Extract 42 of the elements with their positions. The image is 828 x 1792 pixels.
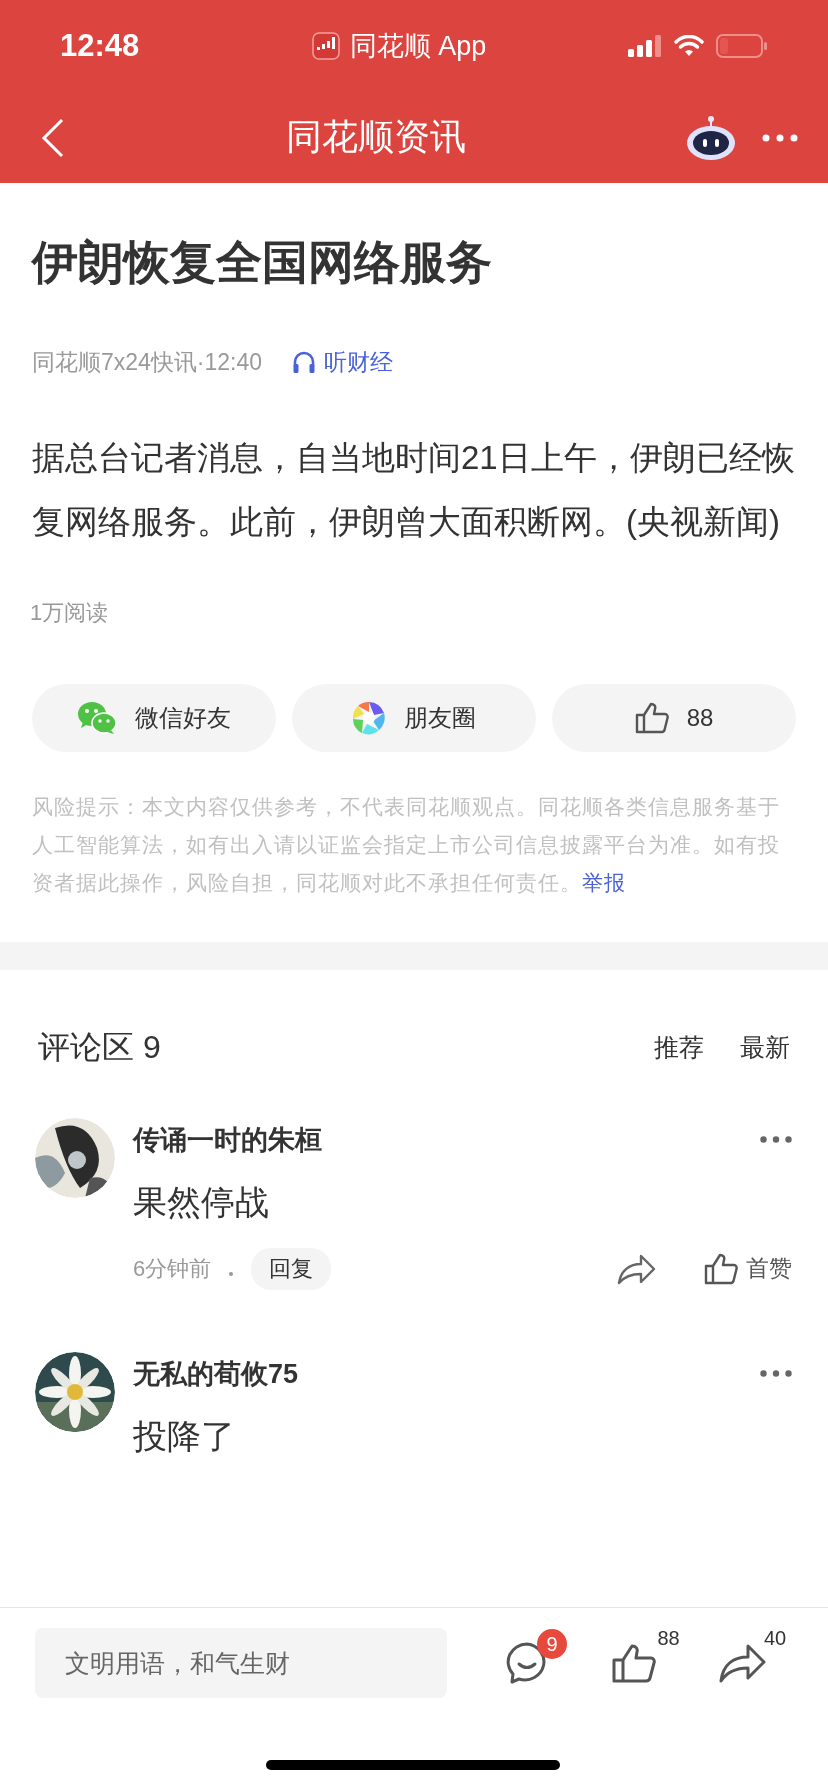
comment-count-badge: 9 [537, 1629, 567, 1659]
comment-text: 投降了 [133, 1415, 236, 1457]
aperture-icon [352, 700, 386, 735]
article-title: 伊朗恢复全国网络服务 [32, 235, 493, 290]
listen-link[interactable]: 听财经 [292, 346, 394, 378]
signal-icon [628, 35, 662, 57]
share-icon [718, 1642, 766, 1684]
like-button[interactable]: 88 [552, 683, 796, 752]
article-source: 同花顺7x24快讯·12:40 [32, 347, 263, 377]
back-button[interactable] [40, 116, 66, 159]
like-button[interactable]: 首赞 [704, 1252, 792, 1285]
page-title: 同花顺资讯 [286, 115, 466, 159]
comment-author: 传诵一时的朱桓 [133, 1123, 322, 1157]
comments-heading: 评论区 9 [38, 1027, 161, 1067]
thumbs-up-icon [611, 1643, 656, 1683]
comment-input[interactable]: 文明用语，和气生财 [35, 1628, 447, 1698]
article-body: 据总台记者消息，自当地时间21日上午，伊朗已经恢复网络服务。此前，伊朗曾大面积断网。(央视新闻) [32, 437, 796, 542]
more-button[interactable] [762, 133, 798, 142]
status-time: 12:48 [60, 28, 141, 64]
risk-notice: 风险提示：本文内容仅供参考，不代表同花顺观点。同花顺各类信息服务基于人工智能算法，如有出入请以证监会指定上市公司信息披露平台为准。如有投资者据此操作，风险自担，同花顺对此不承担任何责任。举报 [32, 793, 781, 896]
sort-tab[interactable]: 最新 [740, 1031, 790, 1065]
read-count: 1万阅读 [30, 598, 110, 627]
share-button[interactable]: 朋友圈 [292, 683, 536, 752]
wechat-icon [77, 700, 117, 735]
sort-tab[interactable]: 推荐 [654, 1031, 704, 1065]
reply-button[interactable]: 回复 [251, 1247, 332, 1290]
wifi-icon [674, 35, 704, 57]
app-label: 同花顺 App [349, 30, 487, 63]
more-button[interactable] [760, 1136, 792, 1144]
report-link[interactable]: 举报 [582, 870, 626, 894]
more-button[interactable] [760, 1370, 792, 1378]
comment-text: 果然停战 [133, 1181, 270, 1223]
robot-icon[interactable] [686, 114, 736, 161]
headphones-icon [292, 350, 317, 375]
comment-time: 6分钟前 [133, 1254, 212, 1283]
battery-icon [716, 34, 768, 58]
separator-dot [229, 1271, 234, 1276]
comment-author: 无私的荀攸75 [133, 1357, 299, 1391]
app-icon [311, 32, 340, 60]
thumbs-up-icon [634, 701, 669, 734]
thumbs-up-icon [704, 1252, 738, 1285]
share-button[interactable]: 微信好友 [32, 683, 276, 752]
